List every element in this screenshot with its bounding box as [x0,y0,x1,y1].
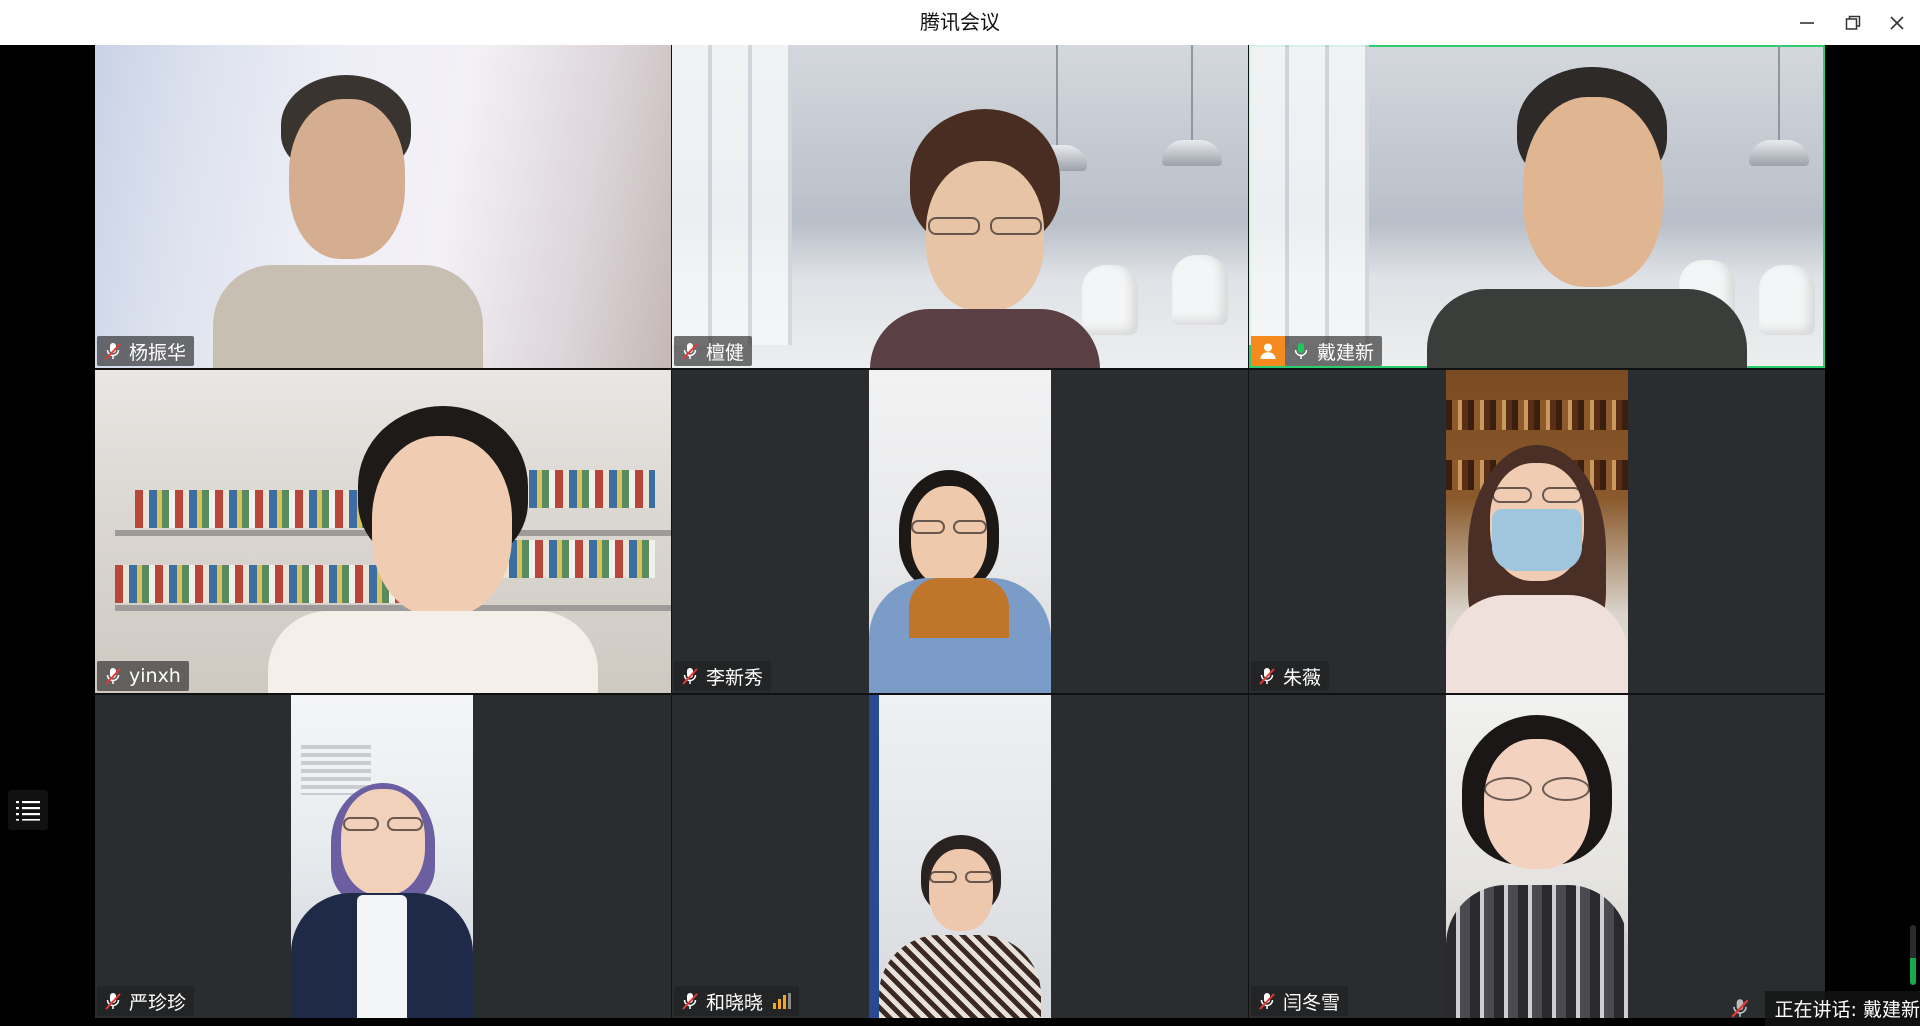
participant-namebar: 闫冬雪 [1251,986,1349,1016]
participant-tile[interactable]: 朱薇 [1249,370,1825,693]
participant-video [1427,67,1747,368]
participant-video [869,695,1051,1018]
participant-name: 戴建新 [1317,341,1375,364]
title-bar: 腾讯会议 [0,0,1920,45]
background-window [1249,45,1369,345]
participant-name: yinxh [129,665,181,687]
participant-tile[interactable]: 杨振华 [95,45,671,368]
participant-tile[interactable]: 严珍珍 [95,695,671,1018]
participant-name: 檀健 [706,341,745,364]
participant-list-toggle[interactable] [8,790,48,830]
host-badge [1251,336,1285,366]
background-lamp [1162,45,1222,166]
background-window [672,45,792,345]
mic-muted-icon [1259,668,1275,685]
mic-muted-icon [105,993,121,1010]
background-chair [1172,255,1228,325]
participant-namebar: 严珍珍 [97,986,195,1016]
close-icon [1890,16,1904,30]
video-stage: 杨振华 檀健 戴建新 yinxh 李新秀 朱薇 严珍珍 和晓晓 闫冬雪 正在讲话… [0,45,1920,1026]
restore-icon [1845,15,1861,30]
close-button[interactable] [1882,8,1912,38]
participant-namebar: 戴建新 [1251,336,1383,366]
mic-active-icon [1294,343,1308,359]
speaking-bar: 正在讲话: 戴建新 [1729,990,1920,1026]
participant-tile[interactable]: 闫冬雪 [1249,695,1825,1018]
participant-tile-active-speaker[interactable]: 戴建新 [1249,45,1825,368]
mic-muted-icon [682,668,698,685]
participant-namebar: yinxh [97,661,189,691]
mic-muted-icon [682,343,698,360]
list-icon [16,801,40,821]
minimize-icon [1800,22,1814,24]
current-speaker-label: 正在讲话: 戴建新 [1764,990,1920,1026]
restore-button[interactable] [1838,8,1868,38]
participant-tile[interactable]: 和晓晓 [672,695,1248,1018]
participant-namebar: 檀健 [674,336,753,366]
participant-namebar: 和晓晓 [674,986,800,1016]
mic-muted-icon [105,343,121,360]
participant-name: 闫冬雪 [1283,991,1341,1014]
participant-video [291,695,473,1018]
participant-video [193,75,493,368]
signal-icon [773,993,792,1009]
window-title: 腾讯会议 [920,10,1000,34]
mic-muted-icon [1259,993,1275,1010]
host-icon [1260,343,1276,359]
background-lamp [1749,45,1809,166]
participant-tile[interactable]: 李新秀 [672,370,1248,693]
minimize-button[interactable] [1792,8,1822,38]
participant-video [1446,370,1628,693]
participant-namebar: 杨振华 [97,336,195,366]
participant-name: 朱薇 [1283,666,1322,689]
mic-muted-icon [105,668,121,685]
participant-name: 杨振华 [129,341,187,364]
participant-video [268,406,598,693]
background-chair [1759,265,1815,335]
audio-level-indicator [1910,925,1916,985]
participant-name: 李新秀 [706,666,764,689]
participant-video [1446,695,1628,1018]
participant-video [830,109,1130,368]
mic-muted-icon [682,993,698,1010]
participant-video [869,370,1051,693]
participant-tile[interactable]: 檀健 [672,45,1248,368]
participant-tile[interactable]: yinxh [95,370,671,693]
participant-name: 和晓晓 [706,991,764,1014]
participant-name: 严珍珍 [129,991,187,1014]
participant-grid: 杨振华 檀健 戴建新 yinxh 李新秀 朱薇 严珍珍 和晓晓 闫冬雪 [95,45,1825,1018]
participant-namebar: 李新秀 [674,661,772,691]
mic-muted-icon[interactable] [1729,997,1751,1019]
participant-namebar: 朱薇 [1251,661,1330,691]
